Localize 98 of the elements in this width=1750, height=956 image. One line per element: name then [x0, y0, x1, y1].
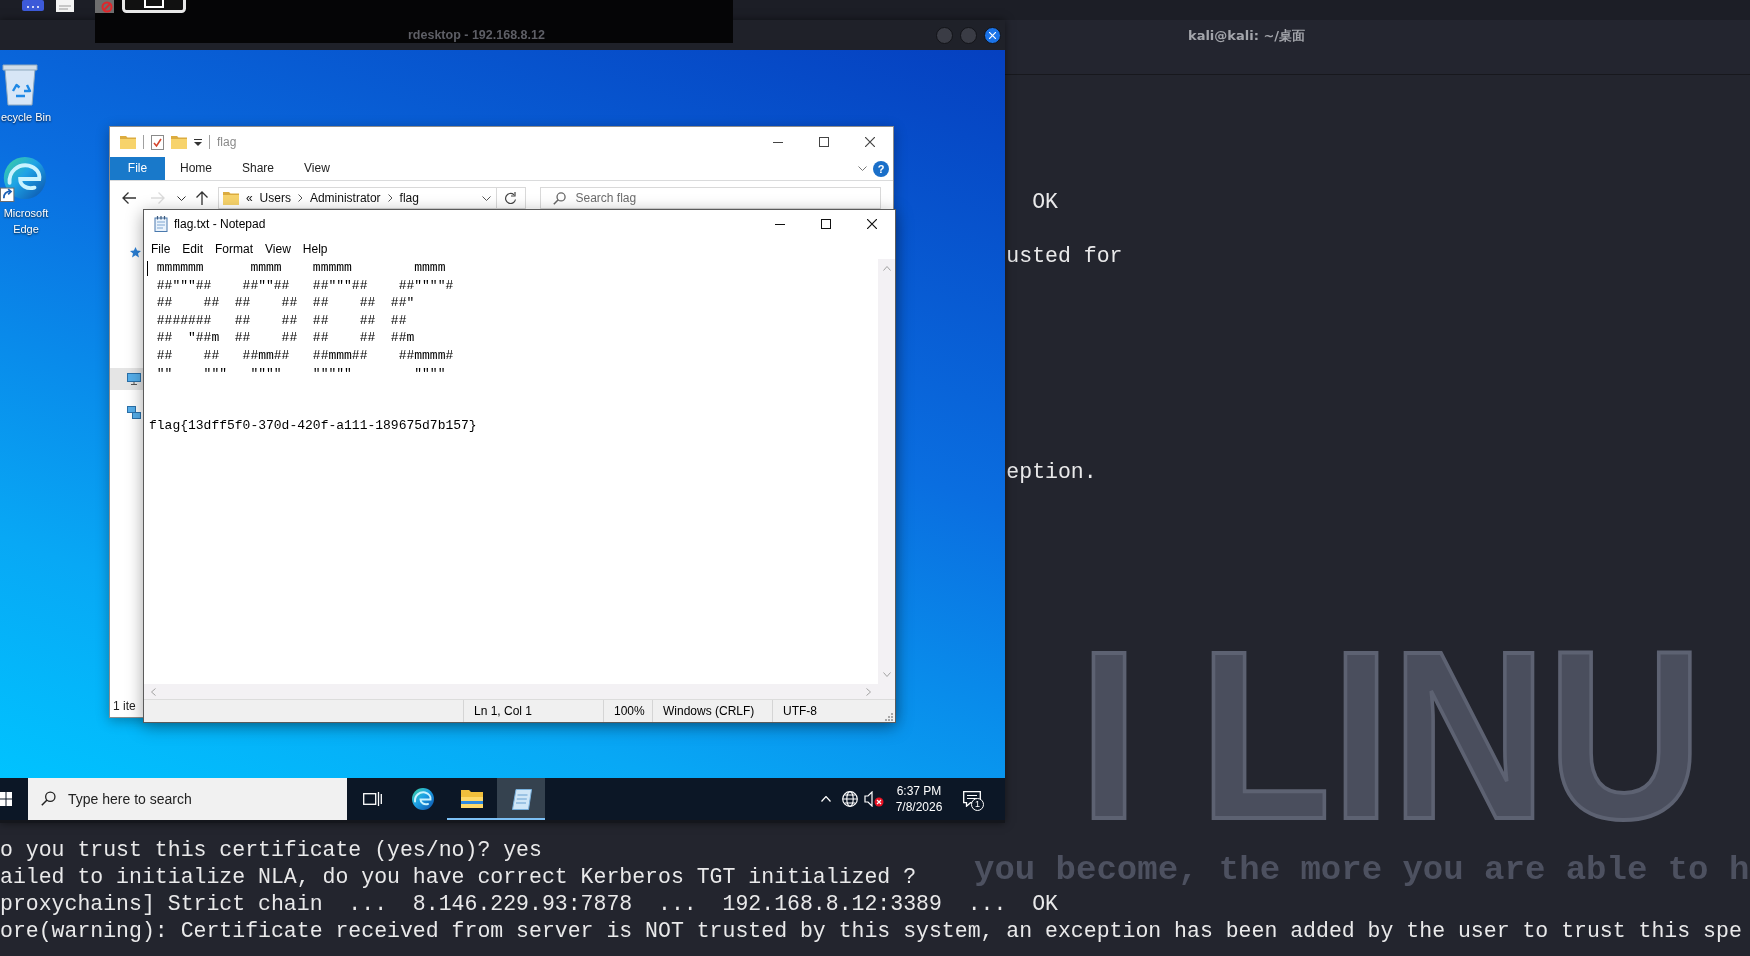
search-box[interactable]: Type here to search [28, 778, 347, 820]
caret-icon [194, 138, 202, 146]
scroll-left-icon [151, 687, 156, 696]
maximize-icon [819, 137, 829, 147]
new-folder-icon [171, 135, 187, 149]
status-text: UTF-8 [783, 703, 817, 719]
star-icon [130, 246, 141, 258]
chevron-right-icon [387, 194, 393, 202]
menu-item[interactable]: Help [296, 239, 334, 258]
search-icon [41, 791, 56, 806]
expand-ribbon-button[interactable] [858, 166, 867, 171]
chevron-right-icon [297, 194, 303, 202]
ribbon-tab[interactable]: View [289, 157, 345, 180]
notification-icon [963, 791, 981, 807]
edge-icon [0, 155, 46, 202]
icon-label[interactable]: ecycle Bin [0, 109, 52, 125]
maximize-icon [821, 219, 831, 229]
text-line: ####### ## ## ## ## ## [155, 311, 407, 330]
scroll-right-icon [866, 687, 871, 696]
nav-item[interactable] [110, 368, 143, 390]
notepad-icon [510, 788, 532, 810]
notification-button[interactable]: 1 [952, 778, 992, 820]
minimize-icon [773, 141, 783, 143]
close-icon [989, 31, 996, 39]
chevron-down-icon [482, 195, 491, 201]
globe-icon [842, 791, 858, 807]
window-title: kali@kali: ~/桌面 [1188, 28, 1306, 44]
menu-item[interactable]: Edit [176, 239, 210, 258]
path-overflow-button[interactable]: « [245, 190, 253, 206]
folder-icon [120, 135, 136, 149]
terminal-text: usted for [1006, 242, 1123, 270]
status-text: 100% [614, 703, 645, 719]
terminal-text: OK [1032, 188, 1058, 216]
clock-button[interactable]: 6:37 PM 7/8/2026 [886, 778, 952, 820]
app-icon [22, 0, 44, 11]
ribbon-tab[interactable]: Home [165, 157, 227, 180]
network-icon [127, 405, 141, 419]
chevron-down-icon [177, 195, 187, 201]
menu-item[interactable]: Format [209, 239, 260, 258]
scroll-up-icon [882, 266, 891, 271]
status-text: 1 ite [113, 698, 136, 714]
wallpaper-logo-text: I LINU [1079, 645, 1703, 825]
help-button[interactable]: ? [873, 160, 889, 177]
arrow-up-icon [195, 191, 208, 205]
ribbon-tab[interactable]: Share [227, 157, 290, 180]
arrow-right-icon [150, 192, 165, 204]
menu-item[interactable]: File [145, 239, 177, 258]
prohibited-icon [95, 0, 114, 13]
text-line: ## ## ##mm## ##mmm## ##mmmm# [155, 346, 454, 365]
search-icon [553, 192, 567, 205]
text-line: flag{13dff5f0-370d-420f-a111-189675d7b157} [149, 417, 477, 435]
status-text: Ln 1, Col 1 [474, 703, 533, 719]
window-title: rdesktop - 192.168.8.12 [408, 28, 545, 43]
refresh-button[interactable] [496, 187, 527, 209]
notification-count: 1 [971, 798, 984, 811]
terminal-line: proxychains] Strict chain ... 8.146.229.93:7878 ... 192.168.8.12:3389 ... OK [0, 890, 1058, 918]
breadcrumb-item[interactable]: Administrator [309, 190, 381, 206]
resize-grip-icon [885, 713, 893, 721]
terminal-line: o you trust this certificate (yes/no)? yes [0, 836, 542, 864]
properties-icon [151, 134, 164, 150]
terminal-text: eption. [1006, 458, 1097, 486]
refresh-icon [504, 191, 518, 205]
task-view-icon [362, 791, 382, 807]
notepad-icon [154, 216, 168, 232]
icon-label[interactable]: Microsoft Edge [0, 205, 52, 237]
text-line: ## "##m ## ## ## ## ##m [155, 329, 415, 347]
text-cursor [147, 261, 148, 276]
close-icon [867, 219, 877, 229]
terminal-line: ore(warning): Certificate received from server is NOT trusted by this system, an exception has been added by the user to trust this spe [0, 917, 1742, 945]
vertical-scrollbar[interactable] [878, 259, 895, 684]
folder-icon [222, 191, 239, 205]
notepad-button[interactable] [497, 778, 545, 820]
chevron-down-icon [858, 166, 867, 171]
menu-item[interactable]: View [259, 239, 297, 258]
minimize-icon [775, 223, 785, 225]
close-button[interactable] [984, 26, 1001, 44]
file-menu-button[interactable]: File [110, 157, 165, 180]
folder-icon [460, 789, 484, 809]
window-title: flag.txt - Notepad [174, 216, 266, 232]
text-line: "" """ """" """"" """" [155, 364, 446, 383]
arrow-left-icon [122, 192, 136, 204]
status-text: Windows (CRLF) [663, 703, 755, 719]
breadcrumb-item[interactable]: Users [259, 190, 291, 206]
chevron-up-icon [821, 796, 831, 802]
breadcrumb-item[interactable]: flag [399, 190, 419, 206]
close-icon [865, 137, 875, 147]
search-field[interactable]: Search flag [540, 187, 881, 209]
windows-logo-icon [0, 792, 12, 806]
window-title: flag [217, 134, 237, 150]
scroll-down-icon [882, 672, 891, 677]
text-line: ## ## ## ## ## ## ##" [155, 294, 415, 312]
horizontal-scrollbar[interactable] [144, 684, 878, 699]
text-line: mmmmmm mmmm mmmmm mmmm [155, 259, 446, 277]
terminal-line: ailed to initialize NLA, do you have correct Kerberos TGT initialized ? [0, 863, 917, 891]
edge-icon [410, 787, 434, 811]
document-icon [56, 0, 74, 12]
monitor-icon [127, 373, 141, 385]
text-line: ##"""## ##""## ##"""## ##""""# [155, 276, 454, 295]
